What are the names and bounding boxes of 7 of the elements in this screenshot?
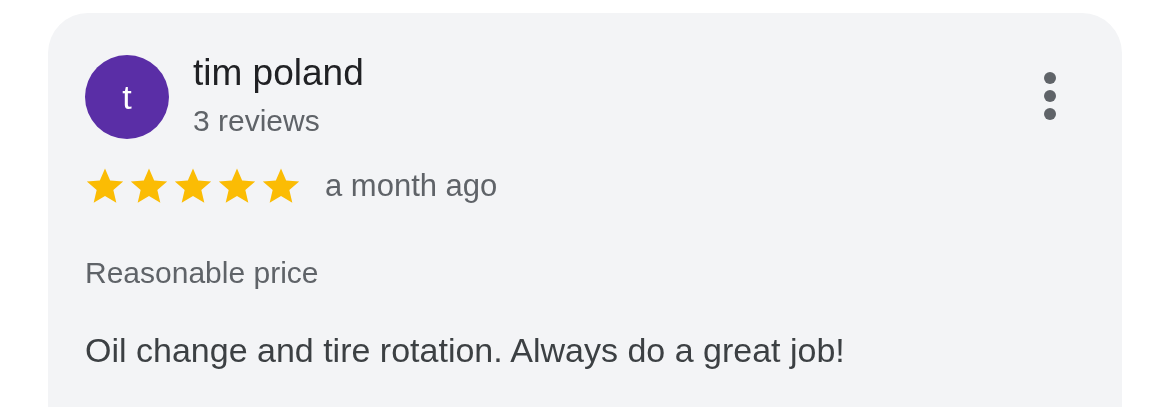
review-time: a month ago [325,167,498,205]
review-text: Oil change and tire rotation. Always do a great job! [85,329,846,371]
review-highlight: Reasonable price [85,254,320,291]
review-count: 3 reviews [193,103,321,137]
more-options-icon[interactable] [1043,71,1057,121]
author-name: tim poland [193,53,365,94]
avatar: t [85,55,169,139]
